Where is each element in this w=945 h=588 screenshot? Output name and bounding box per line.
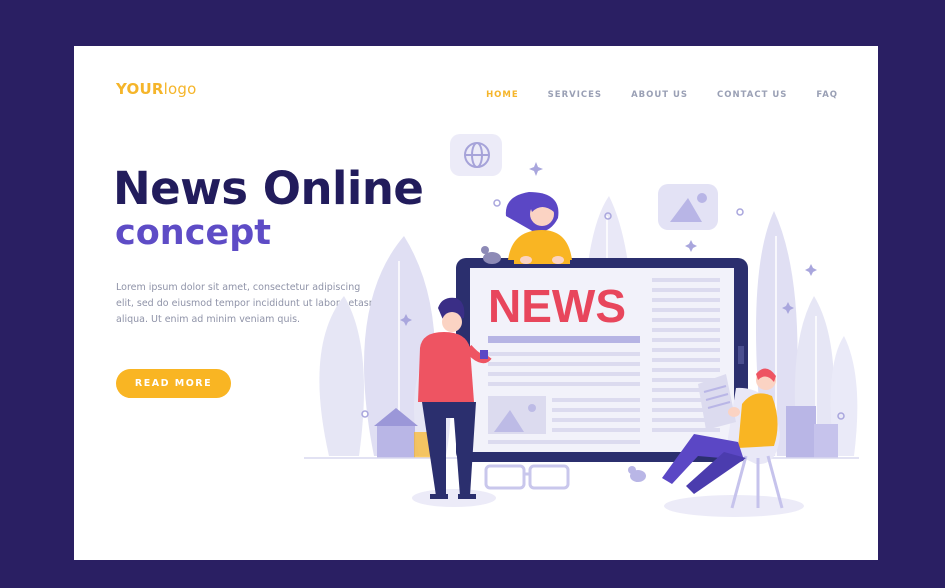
news-illustration: NEWS [304,134,859,517]
image-bubble-icon [658,184,718,230]
news-headline: NEWS [488,280,626,332]
shadow-ellipse [412,489,496,507]
globe-icon [450,134,502,176]
news-tablet: NEWS [456,258,748,462]
bird-icon [628,466,646,482]
landing-page-card: YOURlogo HOME SERVICES ABOUT US CONTACT … [74,46,878,560]
glasses-icon [484,464,570,490]
woman-on-tablet [505,192,572,264]
